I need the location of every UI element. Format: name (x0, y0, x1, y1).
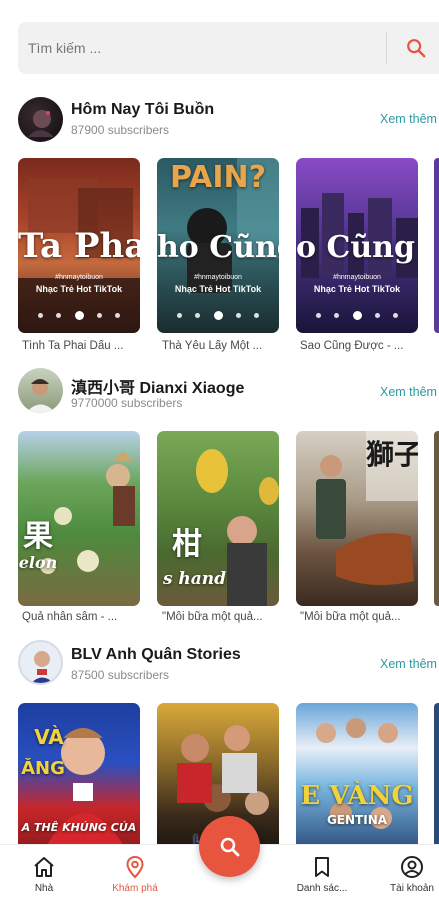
thumbnail-tag: #hnmaytoibuon (55, 274, 103, 281)
thumbnail-title: o Cũng Đư (296, 230, 418, 265)
video-thumbnail[interactable]: o Cũng Đư #hnmaytoibuon Nhạc Trẻ Hot Tik… (296, 158, 418, 333)
channel-subscribers: 9770000 subscribers (71, 396, 183, 410)
nav-label: Khám phá (112, 883, 158, 894)
channel-subscribers: 87900 subscribers (71, 123, 170, 137)
search-bar (18, 22, 439, 74)
see-more-link[interactable]: Xem thêm (380, 385, 437, 399)
video-thumbnail-peek[interactable] (434, 431, 439, 606)
video-caption: Sao Cũng Được - ... (300, 340, 404, 352)
video-thumbnail[interactable]: 獅子 (296, 431, 418, 606)
search-divider (386, 32, 387, 64)
video-caption: "Mỗi bữa một quả... (300, 611, 401, 623)
channel-avatar[interactable] (18, 97, 63, 142)
nav-account[interactable]: Tài khoản (372, 845, 439, 900)
thumbnail-subtitle: s hand (162, 569, 227, 589)
thumbnail-mid-text: ĂNG (21, 758, 65, 779)
video-thumbnail[interactable]: 果 elon (18, 431, 140, 606)
thumbnail-subtitle: Nhạc Trẻ Hot TikTok (313, 284, 401, 294)
nav-label: Nhà (34, 883, 54, 894)
account-icon (401, 856, 423, 878)
channel-name[interactable]: Hôm Nay Tôi Buồn (71, 101, 214, 119)
player-controls (38, 310, 120, 320)
nav-label: Danh sác... (296, 883, 348, 894)
see-more-link[interactable]: Xem thêm (380, 657, 437, 671)
video-thumbnail[interactable]: PAIN? ho Cũng Đư #hnmaytoibuon Nhạc Trẻ … (157, 158, 279, 333)
thumbnail-subtitle: Nhạc Trẻ Hot TikTok (35, 284, 123, 294)
video-thumbnail[interactable]: E VÀNG GENTINA (296, 703, 418, 853)
channel-section: 滇西小哥 Dianxi Xiaoge 9770000 subscribers X… (0, 365, 439, 635)
search-icon (220, 837, 239, 856)
nav-playlists[interactable]: Danh sác... (282, 845, 362, 900)
nav-home[interactable]: Nhà (4, 845, 84, 900)
nav-explore[interactable]: Khám phá (95, 845, 175, 900)
thumbnail-tag: #hnmaytoibuon (333, 274, 381, 281)
search-fab-button[interactable] (199, 816, 260, 877)
thumbnail-top-text: PAIN? (169, 160, 267, 195)
thumbnail-title: 柑 (172, 527, 202, 562)
video-thumbnail[interactable]: 柑 s hand (157, 431, 279, 606)
video-thumbnail-peek[interactable] (434, 158, 439, 333)
thumbnail-top-text: VÀ (34, 725, 64, 749)
video-caption: Tình Ta Phai Dấu ... (22, 340, 124, 352)
video-thumbnail[interactable]: Ta Phai #hnmaytoibuon Nhạc Trẻ Hot TikTo… (18, 158, 140, 333)
thumbnail-title: ho Cũng Đư (157, 230, 279, 265)
player-controls (177, 310, 259, 320)
search-input[interactable] (28, 22, 378, 74)
home-icon (34, 857, 54, 877)
see-more-link[interactable]: Xem thêm (380, 112, 437, 126)
channel-name[interactable]: BLV Anh Quân Stories (71, 646, 241, 664)
channel-avatar[interactable] (18, 368, 63, 413)
thumbnail-subtitle: elon (18, 553, 58, 572)
player-controls (316, 310, 398, 320)
thumbnail-title: E VÀNG (300, 781, 414, 811)
channel-section: Hôm Nay Tôi Buồn 87900 subscribers Xem t… (0, 92, 439, 362)
search-button[interactable] (400, 34, 432, 62)
nav-label: Tài khoản (390, 883, 434, 894)
channel-name[interactable]: 滇西小哥 Dianxi Xiaoge (71, 374, 244, 398)
video-caption: Quả nhân sâm - ... (22, 611, 118, 623)
thumbnail-title: A THẾ KHỦNG CỦA (21, 821, 137, 834)
channel-avatar[interactable] (18, 640, 63, 685)
thumbnail-subtitle: GENTINA (326, 813, 388, 827)
location-pin-icon (126, 855, 144, 879)
video-caption: "Mỗi bữa một quả... (162, 611, 263, 623)
thumbnail-title: Ta Phai (18, 226, 140, 266)
video-thumbnail-peek[interactable] (434, 703, 439, 853)
bookmark-icon (315, 857, 329, 877)
channel-subscribers: 87500 subscribers (71, 668, 170, 682)
thumbnail-title: 果 (23, 519, 53, 554)
video-caption: Thà Yêu Lấy Một ... (162, 340, 263, 352)
search-icon (407, 39, 426, 58)
channel-section: BLV Anh Quân Stories 87500 subscribers X… (0, 637, 439, 853)
thumbnail-subtitle: Nhạc Trẻ Hot TikTok (174, 284, 262, 294)
video-thumbnail[interactable]: VÀ ĂNG A THẾ KHỦNG CỦA (18, 703, 140, 853)
thumbnail-title: 獅子 (365, 438, 418, 471)
thumbnail-tag: #hnmaytoibuon (194, 274, 242, 281)
